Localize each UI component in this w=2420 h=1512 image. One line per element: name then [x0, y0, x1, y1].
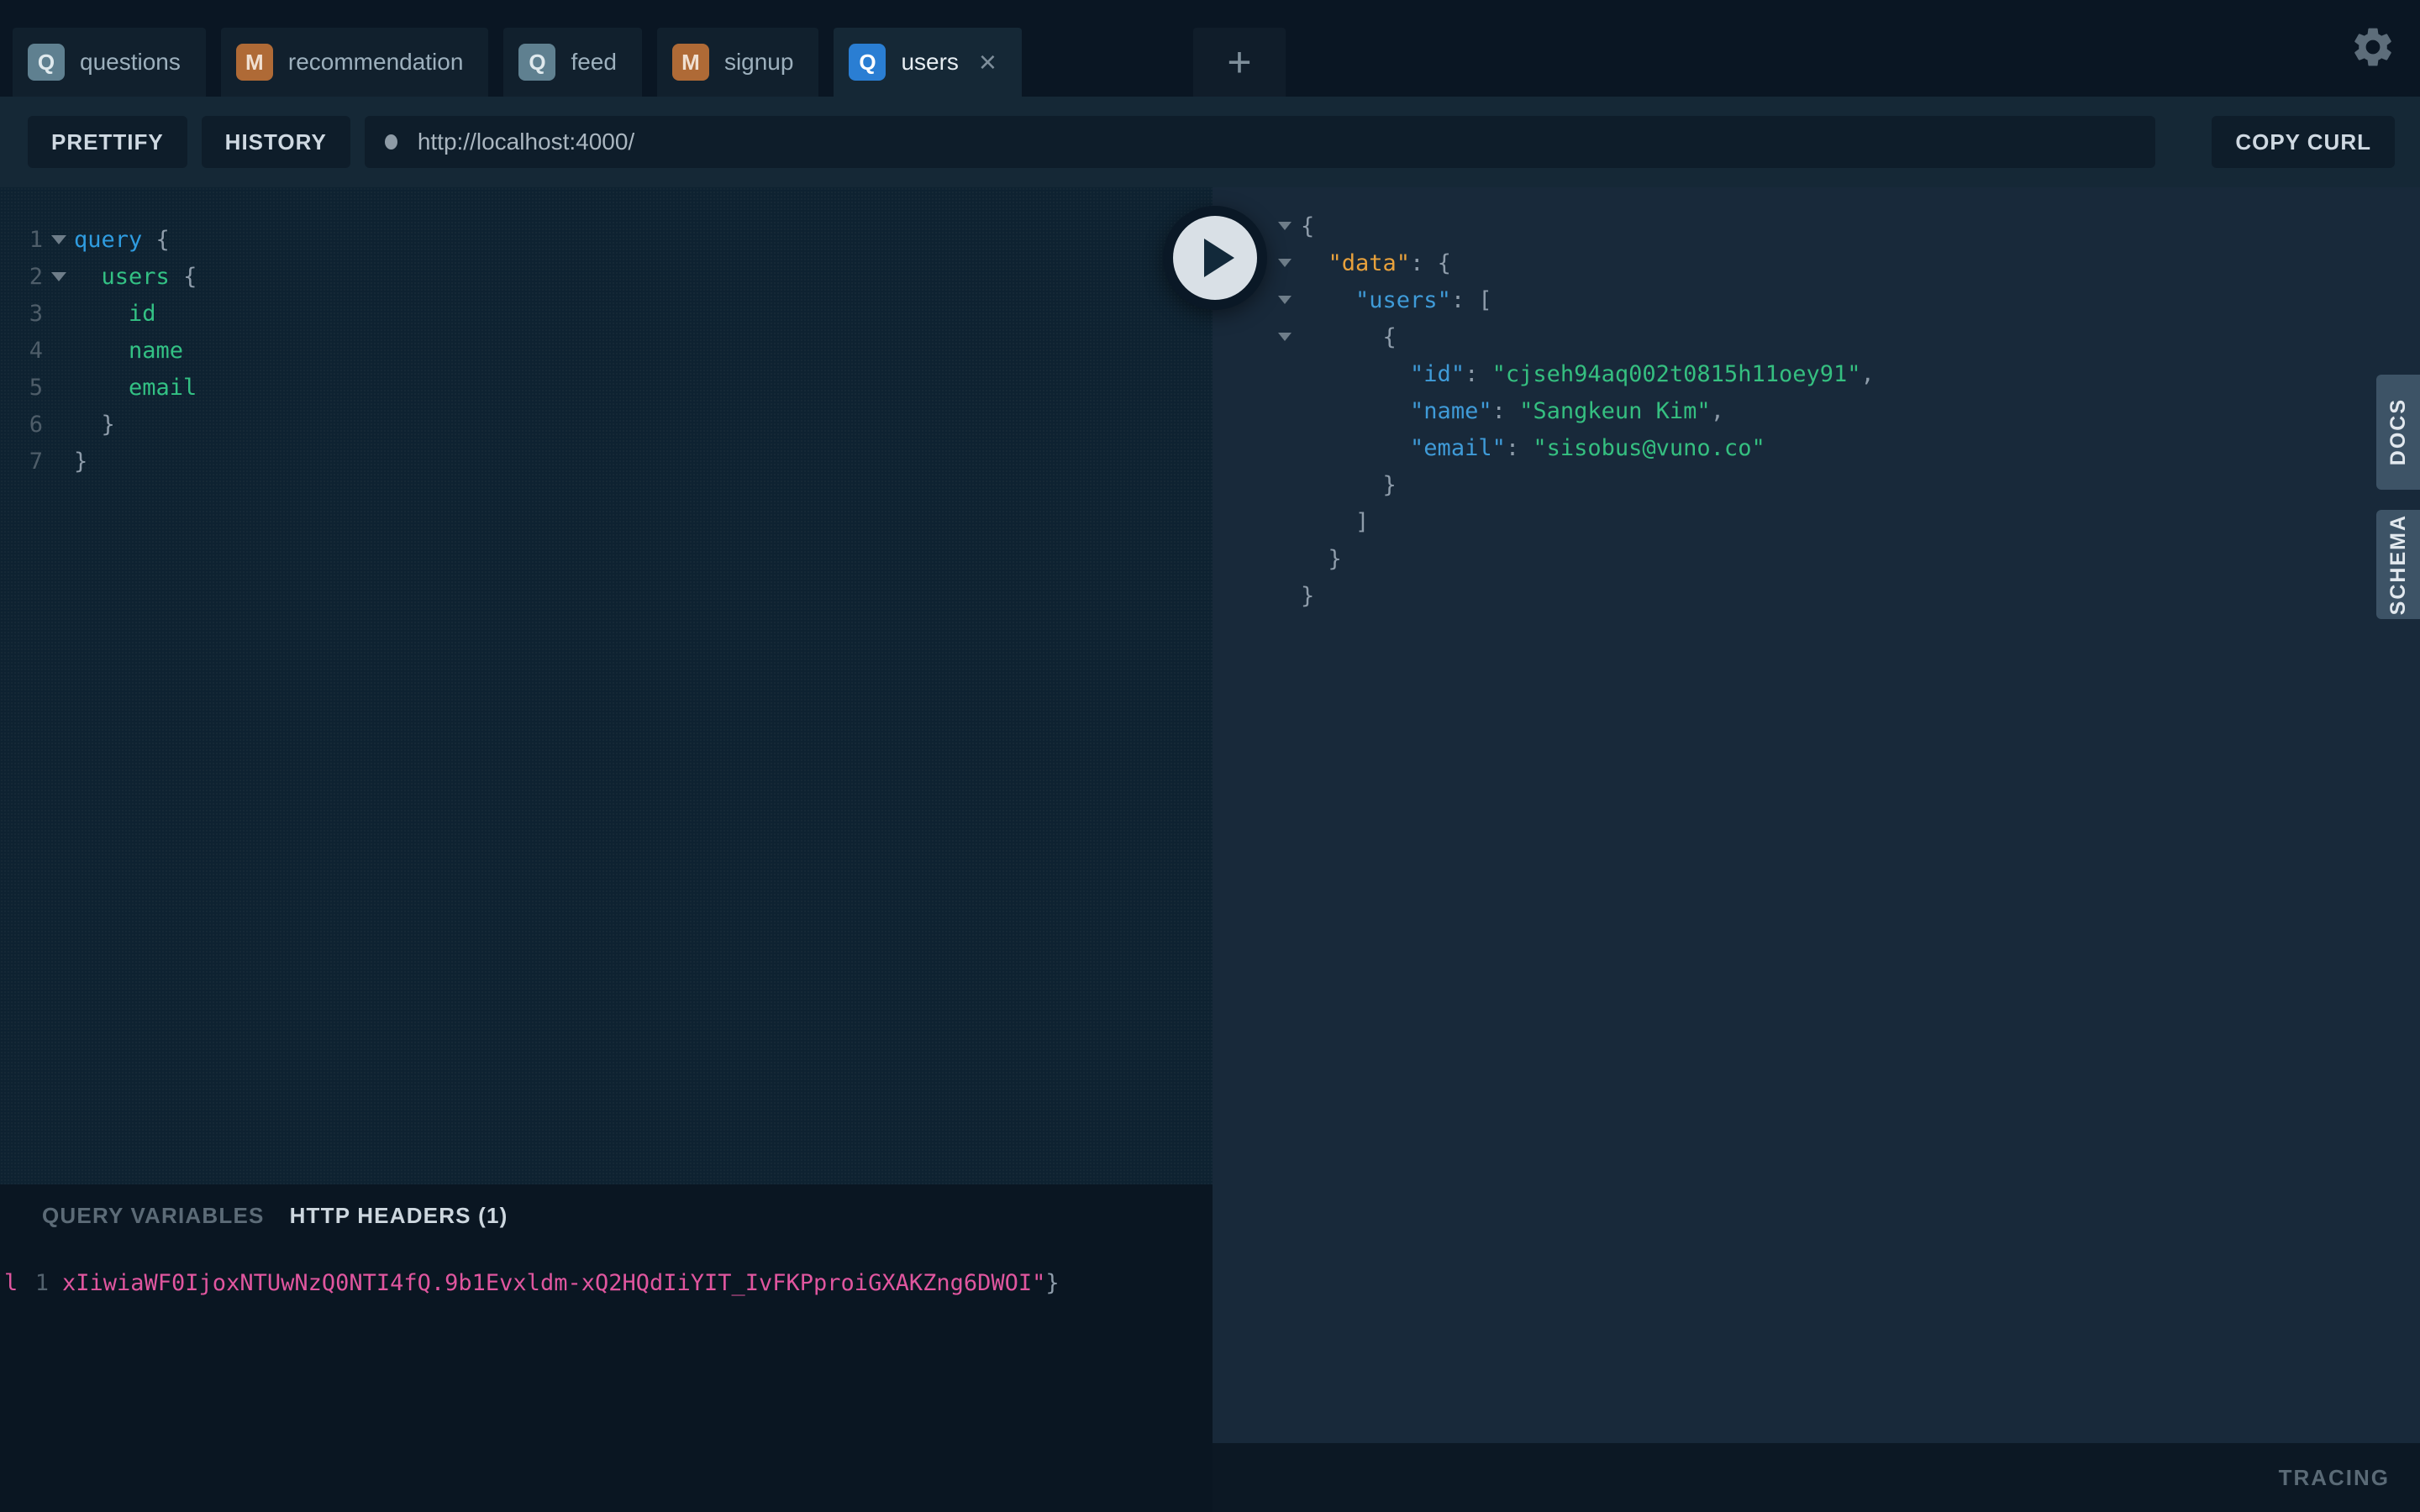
- line-number: 1: [34, 1270, 49, 1296]
- docs-label: DOCS: [2386, 398, 2410, 466]
- code-line: 4 name: [0, 332, 1213, 369]
- operation-type-badge: Q: [518, 44, 556, 81]
- tab-list: Q questions × M recommendation × Q feed …: [13, 28, 1022, 97]
- code-line: "id": "cjseh94aq002t0815h11oey91",: [1410, 360, 1875, 387]
- code-line: {: [1278, 207, 2420, 244]
- code-line: "name": "Sangkeun Kim",: [1410, 397, 1724, 424]
- close-tab-icon[interactable]: ×: [979, 47, 997, 77]
- toolbar: PRETTIFY HISTORY http://localhost:4000/ …: [0, 97, 2420, 187]
- fold-arrow-icon[interactable]: [1278, 333, 1292, 341]
- headers-overflow-text: l: [4, 1270, 18, 1296]
- execute-query-button[interactable]: [1163, 206, 1267, 310]
- line-number: 5: [29, 374, 43, 401]
- tab[interactable]: M signup ×: [656, 28, 819, 97]
- fold-arrow-icon[interactable]: [1278, 259, 1292, 267]
- code-line: 5 email: [0, 369, 1213, 406]
- headers-token-value: xIiwiaWF0IjoxNTUwNzQ0NTI4fQ.9b1Evxldm-xQ…: [62, 1270, 1060, 1296]
- code-line: 6 }: [0, 406, 1213, 443]
- tab-label: signup: [723, 49, 794, 75]
- fold-arrow-icon[interactable]: [1278, 296, 1292, 304]
- tab-label: questions: [80, 49, 181, 75]
- http-headers-editor[interactable]: l 1 xIiwiaWF0IjoxNTUwNzQ0NTI4fQ.9b1Evxld…: [0, 1265, 1213, 1302]
- headers-closing-brace: }: [1045, 1270, 1060, 1296]
- code-line: ]: [1301, 508, 1370, 535]
- code-line: "data": {: [1278, 244, 2420, 281]
- line-number: 4: [29, 337, 43, 364]
- copy-curl-button[interactable]: COPY CURL: [2212, 116, 2395, 168]
- code-line: "email": "sisobus@vuno.co": [1410, 434, 1765, 461]
- query-editor[interactable]: 1 query {2 users {3 id 4 name 5 email 6 } 7}: [0, 187, 1213, 1184]
- tab-bar: Q questions × M recommendation × Q feed …: [0, 0, 2420, 97]
- query-pane: 1 query {2 users {3 id 4 name 5 email 6 } 7} …: [0, 187, 1213, 1512]
- code-line: }: [1301, 471, 1397, 498]
- fold-arrow-icon[interactable]: [50, 234, 66, 244]
- tracing-toggle[interactable]: TRACING: [1213, 1443, 2420, 1512]
- code-line: 1 query {: [0, 221, 1213, 258]
- code-line: 2 users {: [0, 258, 1213, 295]
- code-line: 3 id: [0, 295, 1213, 332]
- operation-type-badge: M: [671, 44, 709, 81]
- line-number: 1: [29, 226, 43, 253]
- code-line: "users": [: [1278, 281, 2420, 318]
- fold-arrow-icon[interactable]: [1278, 222, 1292, 230]
- line-number: 7: [29, 448, 43, 475]
- bottom-panel-tabs: QUERY VARIABLES HTTP HEADERS (1): [42, 1203, 508, 1229]
- code-line: {: [1278, 318, 2420, 355]
- tracing-label: TRACING: [2278, 1464, 2390, 1490]
- play-circle: [1173, 216, 1257, 300]
- tab-label: feed: [571, 49, 617, 75]
- code-line: }: [1301, 582, 1315, 609]
- operation-type-badge: Q: [28, 44, 65, 81]
- tab[interactable]: M recommendation ×: [220, 28, 489, 97]
- operation-type-badge: Q: [849, 44, 886, 81]
- response-pane: { "data": { "users": [ { "id": "cjseh94a…: [1213, 187, 2420, 1443]
- add-tab-button[interactable]: +: [1193, 28, 1286, 97]
- variables-headers-panel: QUERY VARIABLES HTTP HEADERS (1) l 1 xIi…: [0, 1184, 1213, 1512]
- tab[interactable]: Q questions ×: [13, 28, 206, 97]
- line-number: 2: [29, 263, 43, 290]
- tab[interactable]: Q users ×: [834, 28, 1022, 97]
- url-status-dot-icon: [384, 134, 397, 150]
- settings-gear-icon[interactable]: [2349, 24, 2396, 71]
- history-button[interactable]: HISTORY: [201, 116, 350, 168]
- endpoint-url-input[interactable]: http://localhost:4000/: [364, 116, 2156, 168]
- line-number: 3: [29, 300, 43, 327]
- tab[interactable]: Q feed ×: [503, 28, 642, 97]
- fold-arrow-icon[interactable]: [50, 271, 66, 281]
- tab-http-headers[interactable]: HTTP HEADERS (1): [290, 1203, 508, 1229]
- docs-side-tab[interactable]: DOCS: [2376, 375, 2420, 490]
- graphql-playground-window: Q questions × M recommendation × Q feed …: [0, 0, 2420, 1512]
- response-viewer: { "data": { "users": [ { "id": "cjseh94a…: [1213, 187, 2420, 614]
- code-line: 7}: [0, 443, 1213, 480]
- endpoint-url-value: http://localhost:4000/: [417, 129, 635, 155]
- operation-type-badge: M: [235, 44, 273, 81]
- code-line: }: [1301, 545, 1342, 572]
- prettify-button[interactable]: PRETTIFY: [28, 116, 187, 168]
- tab-label: users: [901, 49, 959, 75]
- schema-side-tab[interactable]: SCHEMA: [2376, 510, 2420, 619]
- play-icon: [1204, 239, 1234, 277]
- tab-query-variables[interactable]: QUERY VARIABLES: [42, 1203, 265, 1229]
- tab-label: recommendation: [287, 49, 464, 75]
- line-number: 6: [29, 411, 43, 438]
- schema-label: SCHEMA: [2386, 513, 2410, 616]
